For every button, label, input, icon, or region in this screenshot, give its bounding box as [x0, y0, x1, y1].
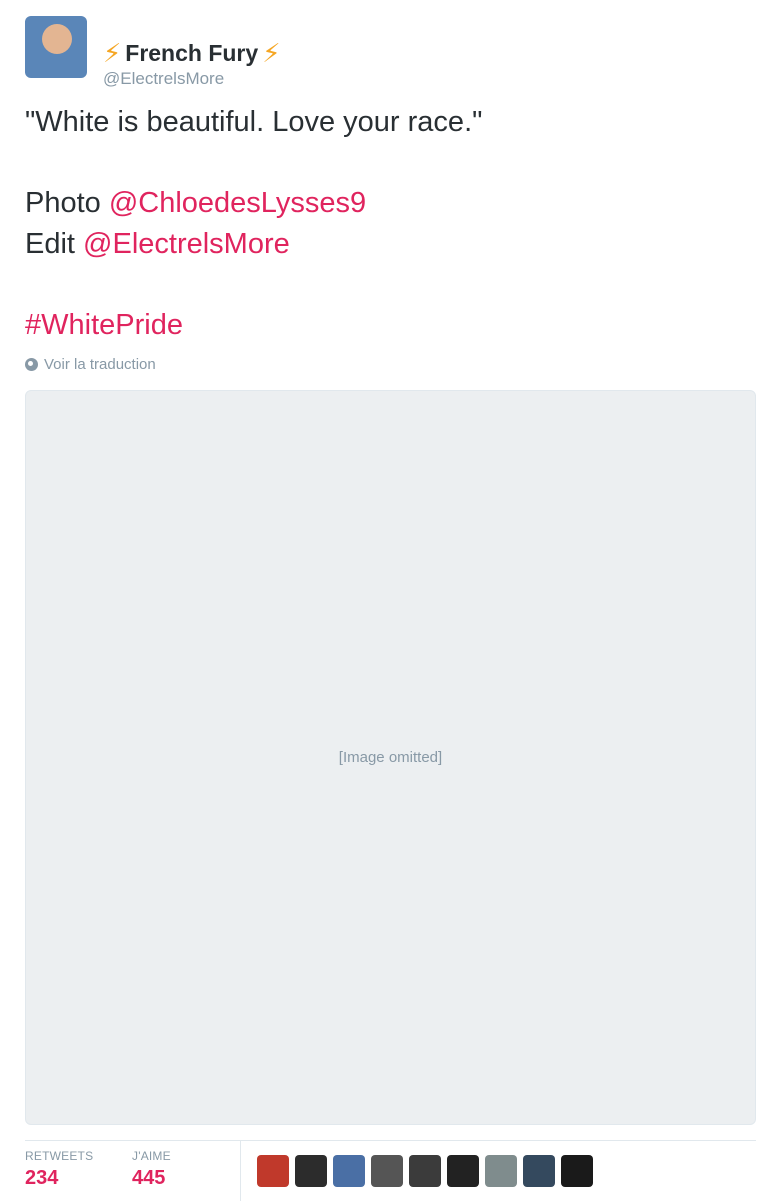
likes-stat[interactable]: J'AIME 445: [132, 1149, 171, 1190]
tweet-stats: RETWEETS 234 J'AIME 445: [25, 1140, 756, 1201]
likes-label: J'AIME: [132, 1149, 171, 1163]
retweets-label: RETWEETS: [25, 1149, 94, 1163]
lightning-icon: ⚡: [103, 38, 122, 68]
media-placeholder[interactable]: [Image omitted]: [25, 390, 756, 1125]
photo-label: Photo: [25, 187, 109, 219]
liker-avatar[interactable]: [409, 1155, 441, 1187]
translate-link[interactable]: Voir la traduction: [25, 356, 156, 373]
liker-avatar[interactable]: [333, 1155, 365, 1187]
liker-avatar[interactable]: [485, 1155, 517, 1187]
tweet-line: "White is beautiful. Love your race.": [25, 106, 483, 138]
photo-mention-link[interactable]: @ChloedesLysses9: [109, 187, 366, 219]
author-name-text: French Fury: [125, 40, 259, 66]
photo-credit-line: Photo @ChloedesLysses9: [25, 183, 755, 224]
liker-avatar[interactable]: [371, 1155, 403, 1187]
stats-divider: [240, 1141, 241, 1201]
author-handle[interactable]: @ElectrelsMore: [103, 69, 224, 89]
liker-avatar[interactable]: [295, 1155, 327, 1187]
likes-count: 445: [132, 1167, 166, 1189]
retweets-stat[interactable]: RETWEETS 234: [25, 1149, 93, 1190]
lightning-icon: ⚡: [262, 38, 281, 68]
liker-avatar[interactable]: [257, 1155, 289, 1187]
media-placeholder-note: [Image omitted]: [338, 749, 443, 766]
author-display-name[interactable]: ⚡ French Fury ⚡: [103, 38, 280, 69]
edit-credit-line: Edit @ElectrelsMore: [25, 224, 755, 265]
edit-label: Edit: [25, 227, 84, 260]
liker-avatars: [257, 1155, 593, 1187]
retweets-count: 234: [25, 1167, 59, 1189]
hashtag-link[interactable]: #WhitePride: [25, 305, 755, 346]
edit-mention-link[interactable]: @ElectrelsMore: [83, 228, 290, 260]
liker-avatar[interactable]: [447, 1155, 479, 1187]
tweet-text: "White is beautiful. Love your race." Ph…: [25, 102, 755, 345]
liker-avatar[interactable]: [523, 1155, 555, 1187]
author-avatar[interactable]: [25, 16, 87, 78]
liker-avatar[interactable]: [561, 1155, 593, 1187]
translate-label: Voir la traduction: [44, 356, 156, 373]
globe-icon: [25, 358, 38, 371]
